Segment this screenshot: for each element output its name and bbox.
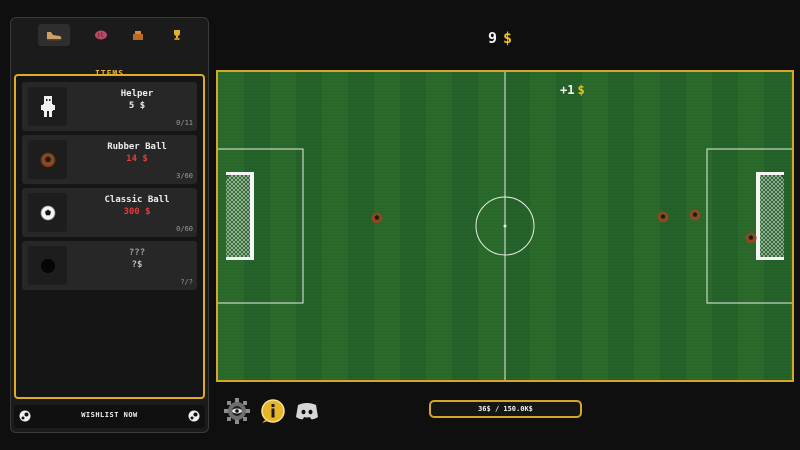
rubber-ball[interactable] — [689, 209, 701, 221]
item-price: 300 $ — [123, 207, 151, 217]
item-icon-box — [28, 140, 67, 179]
brain-icon — [95, 30, 107, 40]
item-icon-box — [28, 87, 67, 126]
income-popup-value: +1 — [560, 83, 575, 97]
item-price: ?$ — [131, 260, 143, 270]
item-icon-box — [28, 193, 67, 232]
field-markings — [218, 72, 792, 380]
tab-stadium[interactable] — [122, 24, 154, 46]
money-currency: $ — [503, 29, 513, 47]
rubber-ball[interactable] — [745, 232, 757, 244]
item-name: Classic Ball — [104, 195, 170, 205]
tab-trophy[interactable] — [161, 24, 193, 46]
soccer-cleat-icon — [47, 32, 62, 41]
income-popup-currency: $ — [577, 83, 585, 97]
item-name: ??? — [128, 248, 146, 258]
item-name: Helper — [120, 89, 154, 99]
settings-gear-icon[interactable] — [224, 398, 250, 424]
income-popup: +1 $ — [560, 83, 585, 97]
shop-item-classic-ball[interactable]: Classic Ball 300 $ 0/60 — [22, 188, 197, 237]
shop-item-rubber-ball[interactable]: Rubber Ball 14 $ 3/60 — [22, 135, 197, 184]
stadium-icon — [133, 31, 143, 40]
info-icon[interactable] — [260, 398, 286, 424]
discord-icon[interactable] — [294, 398, 320, 424]
rubber-ball[interactable] — [657, 211, 669, 223]
rubber-ball[interactable] — [371, 212, 383, 224]
left-goal — [226, 172, 254, 260]
item-count: 3/60 — [176, 172, 193, 180]
steam-icon — [188, 410, 200, 422]
tab-items[interactable] — [38, 24, 70, 46]
helper-figure-icon — [40, 95, 55, 117]
classic-ball-icon — [40, 205, 55, 220]
right-goal — [756, 172, 784, 260]
money-counter: 9 $ — [488, 29, 512, 47]
item-count: 0/60 — [176, 225, 193, 233]
money-value: 9 — [488, 29, 498, 47]
item-count: ?/? — [180, 278, 193, 286]
wishlist-button[interactable]: WISHLIST NOW — [14, 405, 205, 428]
item-count: 0/11 — [176, 119, 193, 127]
wishlist-label: WISHLIST NOW — [81, 411, 138, 419]
shop-item-locked[interactable]: ??? ?$ ?/? — [22, 241, 197, 290]
items-list: Helper 5 $ 0/11 Rubber Ball 14 $ 3/60 Cl… — [14, 74, 205, 399]
sidebar-tabs — [11, 18, 208, 48]
goal-progress-bar: 36$ / 150.0K$ — [429, 400, 582, 418]
item-icon-box — [28, 246, 67, 285]
shop-item-helper[interactable]: Helper 5 $ 0/11 — [22, 82, 197, 131]
shop-sidebar: ITEMS Helper 5 $ 0/11 — [10, 17, 209, 433]
tab-brain[interactable] — [85, 24, 117, 46]
soccer-field[interactable]: +1 $ — [216, 70, 794, 382]
progress-label: 36$ / 150.0K$ — [478, 405, 533, 413]
item-name: Rubber Ball — [107, 142, 167, 152]
item-price: 5 $ — [128, 101, 146, 111]
trophy-icon — [174, 30, 180, 40]
item-price: 14 $ — [126, 154, 148, 164]
locked-ball-icon — [40, 258, 55, 273]
rubber-ball-icon — [40, 152, 55, 167]
